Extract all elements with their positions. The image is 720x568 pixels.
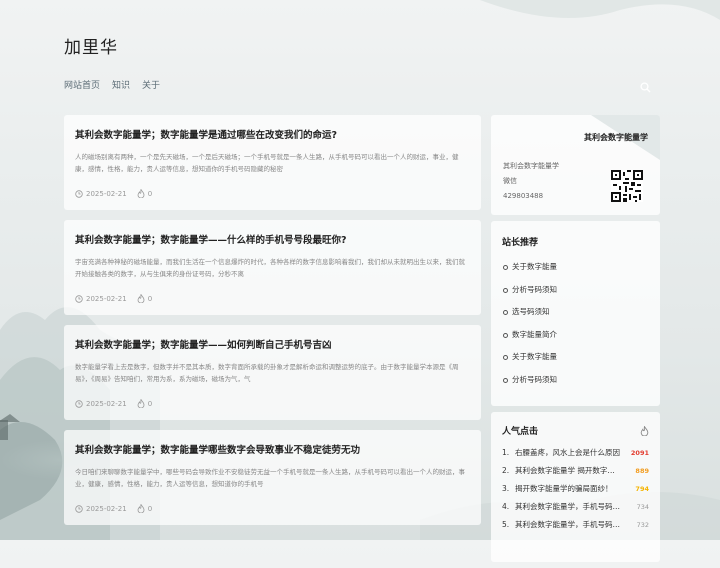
post-date: 2025-02-21 (86, 189, 127, 198)
popular-title: 右腰盖疼，风水上会是什么原因 (515, 448, 620, 457)
clock-icon (75, 294, 83, 303)
post-title[interactable]: 其利会数字能量学；数字能量学是通过哪些在改变我们的命运? (75, 129, 470, 143)
popular-count: 2091 (630, 449, 649, 457)
popular-count: 794 (635, 485, 649, 493)
search-icon[interactable] (640, 78, 651, 97)
recommend-list: 关于数字能量 分析号码须知 选号码须知 数字能量简介 关于数字能量 分析号码须知 (502, 256, 649, 391)
post-card: 其利会数字能量学；数字能量学——什么样的手机号号段最旺你? 宇宙充满各种神秘的磁… (64, 220, 481, 315)
popular-item[interactable]: 4. 其利会数字能量学，手机号码吉凶 734 (502, 498, 649, 516)
recommend-item[interactable]: 关于数字能量 (502, 346, 649, 369)
popular-list: 1. 右腰盖疼，风水上会是什么原因 2091 2. 其利会数字能量学 揭开数字能量学的… (502, 444, 649, 534)
popular-item[interactable]: 5. 其利会数字能量学，手机号码分析 732 (502, 516, 649, 534)
post-title[interactable]: 其利会数字能量学；数字能量学——如何判断自己手机号吉凶 (75, 339, 470, 353)
profile-wechat-id: 429803488 (503, 192, 544, 200)
post-meta: 2025-02-21 0 (75, 504, 162, 513)
nav-knowledge[interactable]: 知识 (112, 78, 130, 91)
post-excerpt: 今日咱们来聊聊数字能量学中，哪些号码会导致作业不安稳徒劳无益一个手机号就是一条人… (75, 468, 465, 488)
clock-icon (75, 399, 83, 408)
post-likes: 0 (147, 399, 153, 408)
flame-icon (137, 189, 145, 198)
recommend-item[interactable]: 数字能量简介 (502, 324, 649, 347)
post-date: 2025-02-21 (86, 504, 127, 513)
post-date: 2025-02-21 (86, 294, 127, 303)
site-title[interactable]: 加里华 (64, 33, 118, 58)
post-card: 其利会数字能量学；数字能量学是通过哪些在改变我们的命运? 人的磁场别离有两种，一… (64, 115, 481, 210)
post-excerpt: 宇宙充满各种神秘的磁场能量，而我们生活在一个信息爆炸的时代，各种各样的数字信息影… (75, 258, 465, 278)
popular-rank: 3. (502, 484, 510, 493)
profile-wechat-label: 微信 (503, 177, 517, 185)
recommend-heading: 站长推荐 (502, 238, 539, 248)
post-card: 其利会数字能量学；数字能量学——如何判断自己手机号吉凶 数字能量学看上去是数字，… (64, 325, 481, 420)
recommend-panel: 站长推荐 关于数字能量 分析号码须知 选号码须知 数字能量简介 关于数字能量 分… (491, 221, 660, 406)
nav-about[interactable]: 关于 (142, 78, 160, 91)
popular-item[interactable]: 3. 揭开数字能量学的骗局面纱！ 794 (502, 480, 649, 498)
recommend-item[interactable]: 分析号码须知 (502, 279, 649, 302)
flame-icon (640, 425, 649, 436)
post-card: 其利会数字能量学；数字能量学哪些数字会导致事业不稳定徒劳无功 今日咱们来聊聊数字… (64, 430, 481, 525)
flame-icon (137, 504, 145, 513)
post-excerpt: 数字能量学看上去是数字，但数字并不是其本质，数字背面所承载的卦象才是解析命运和调… (75, 363, 459, 383)
clock-icon (75, 504, 83, 513)
profile-name: 其利会数字能量学 (503, 162, 559, 170)
post-meta: 2025-02-21 0 (75, 399, 162, 408)
post-likes: 0 (147, 504, 153, 513)
popular-count: 734 (636, 503, 649, 511)
post-likes: 0 (147, 189, 153, 198)
recommend-item[interactable]: 分析号码须知 (502, 369, 649, 392)
recommend-item[interactable]: 关于数字能量 (502, 256, 649, 279)
post-date: 2025-02-21 (86, 399, 127, 408)
popular-item[interactable]: 2. 其利会数字能量学 揭开数字能量学的面纱 889 (502, 462, 649, 480)
popular-title: 其利会数字能量学，手机号码吉凶 (515, 502, 627, 511)
post-meta: 2025-02-21 0 (75, 294, 162, 303)
post-title[interactable]: 其利会数字能量学；数字能量学哪些数字会导致事业不稳定徒劳无功 (75, 444, 470, 458)
popular-heading: 人气点击 (502, 427, 539, 437)
popular-rank: 2. (502, 466, 510, 475)
profile-info: 其利会数字能量学 微信 429803488 (503, 159, 559, 204)
post-excerpt: 人的磁场别离有两种，一个是先天磁场，一个是后天磁场；一个手机号就是一条人生路，从… (75, 153, 459, 173)
popular-title: 揭开数字能量学的骗局面纱！ (515, 484, 613, 493)
popular-count: 889 (635, 467, 649, 475)
main-nav: 网站首页 知识 关于 (64, 78, 160, 91)
post-meta: 2025-02-21 0 (75, 189, 162, 198)
nav-home[interactable]: 网站首页 (64, 78, 100, 91)
clock-icon (75, 189, 83, 198)
popular-title: 其利会数字能量学，手机号码分析 (515, 520, 627, 529)
post-likes: 0 (147, 294, 153, 303)
profile-card: 其利会数字能量学 其利会数字能量学 微信 429803488 (491, 115, 660, 215)
popular-item[interactable]: 1. 右腰盖疼，风水上会是什么原因 2091 (502, 444, 649, 462)
sidebar: 其利会数字能量学 其利会数字能量学 微信 429803488 站长推荐 关于数字… (491, 115, 660, 568)
flame-icon (137, 399, 145, 408)
qr-code-icon (611, 170, 643, 202)
recommend-item[interactable]: 选号码须知 (502, 301, 649, 324)
popular-rank: 5. (502, 520, 510, 529)
popular-title: 其利会数字能量学 揭开数字能量学的面纱 (515, 466, 627, 475)
popular-count: 732 (636, 521, 649, 529)
profile-title: 其利会数字能量学 (584, 133, 648, 142)
popular-rank: 4. (502, 502, 510, 511)
post-list: 其利会数字能量学；数字能量学是通过哪些在改变我们的命运? 人的磁场别离有两种，一… (64, 115, 481, 535)
flame-icon (137, 294, 145, 303)
post-title[interactable]: 其利会数字能量学；数字能量学——什么样的手机号号段最旺你? (75, 234, 470, 248)
popular-rank: 1. (502, 448, 510, 457)
